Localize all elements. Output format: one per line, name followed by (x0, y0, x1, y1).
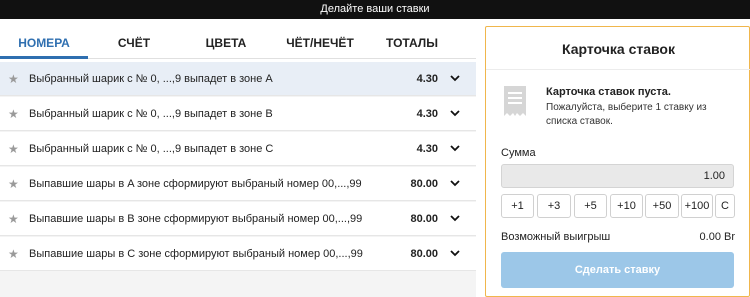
place-bet-button[interactable]: Сделать ставку (501, 252, 734, 288)
clear-stake-button[interactable]: C (715, 194, 735, 218)
markets-panel: НОМЕРА СЧЁТ ЦВЕТА ЧЁТ/НЕЧЁТ ТОТАЛЫ ★ Выб… (0, 19, 476, 297)
tabs-divider (88, 58, 476, 59)
chevron-down-icon[interactable] (448, 176, 462, 190)
quick-add-3-button[interactable]: +3 (537, 194, 571, 218)
market-odds[interactable]: 4.30 (417, 143, 438, 155)
market-odds[interactable]: 4.30 (417, 73, 438, 85)
market-label: Выпавшие шары в C зоне сформируют выбран… (29, 248, 363, 260)
market-label: Выпавшие шары в B зоне сформируют выбран… (29, 213, 363, 225)
star-icon[interactable]: ★ (8, 107, 19, 121)
quick-add-1-button[interactable]: +1 (501, 194, 534, 218)
chevron-down-icon[interactable] (448, 246, 462, 260)
empty-slip-hint: Пожалуйста, выберите 1 ставку из списка … (546, 102, 707, 127)
betslip-title: Карточка ставок (562, 41, 675, 57)
market-row[interactable]: ★ Выбранный шарик с № 0, ...,9 выпадет в… (0, 97, 476, 131)
market-row[interactable]: ★ Выбранный шарик с № 0, ...,9 выпадет в… (0, 62, 476, 96)
top-banner: Делайте ваши ставки (0, 0, 750, 19)
market-odds[interactable]: 80.00 (410, 178, 438, 190)
betslip-divider (486, 69, 750, 70)
market-row[interactable]: ★ Выпавшие шары в A зоне сформируют выбр… (0, 167, 476, 201)
quick-add-10-button[interactable]: +10 (610, 194, 643, 218)
market-label: Выбранный шарик с № 0, ...,9 выпадет в з… (29, 143, 274, 155)
betslip-card: Карточка ставок Карточка ставок пуста. П… (485, 26, 750, 297)
potential-win-label: Возможный выигрыш (501, 231, 611, 243)
market-label: Выбранный шарик с № 0, ...,9 выпадет в з… (29, 73, 273, 85)
chevron-down-icon[interactable] (448, 71, 462, 85)
market-label: Выбранный шарик с № 0, ...,9 выпадет в з… (29, 108, 273, 120)
tab-colors[interactable]: ЦВЕТА (180, 36, 272, 50)
market-row[interactable]: ★ Выбранный шарик с № 0, ...,9 выпадет в… (0, 132, 476, 166)
star-icon[interactable]: ★ (8, 212, 19, 226)
tab-odd-even[interactable]: ЧЁТ/НЕЧЁТ (272, 36, 368, 50)
tab-numbers[interactable]: НОМЕРА (0, 36, 88, 50)
receipt-icon (504, 86, 526, 116)
active-tab-indicator (0, 56, 88, 59)
quick-add-5-button[interactable]: +5 (574, 194, 607, 218)
market-label: Выпавшие шары в A зоне сформируют выбран… (29, 178, 362, 190)
market-odds[interactable]: 4.30 (417, 108, 438, 120)
chevron-down-icon[interactable] (448, 106, 462, 120)
star-icon[interactable]: ★ (8, 142, 19, 156)
market-row[interactable]: ★ Выпавшие шары в B зоне сформируют выбр… (0, 202, 476, 236)
star-icon[interactable]: ★ (8, 247, 19, 261)
empty-slip-title: Карточка ставок пуста. (546, 86, 671, 98)
market-odds[interactable]: 80.00 (410, 213, 438, 225)
chevron-down-icon[interactable] (448, 141, 462, 155)
star-icon[interactable]: ★ (8, 72, 19, 86)
market-odds[interactable]: 80.00 (410, 248, 438, 260)
stake-input[interactable]: 1.00 (501, 164, 734, 188)
tab-totals[interactable]: ТОТАЛЫ (368, 36, 456, 50)
market-row[interactable]: ★ Выпавшие шары в C зоне сформируют выбр… (0, 237, 476, 271)
potential-win-value: 0.00 Br (699, 231, 735, 243)
tab-score[interactable]: СЧЁТ (88, 36, 180, 50)
stake-label: Сумма (501, 147, 536, 159)
quick-add-100-button[interactable]: +100 (681, 194, 713, 218)
star-icon[interactable]: ★ (8, 177, 19, 191)
chevron-down-icon[interactable] (448, 211, 462, 225)
quick-add-50-button[interactable]: +50 (645, 194, 679, 218)
